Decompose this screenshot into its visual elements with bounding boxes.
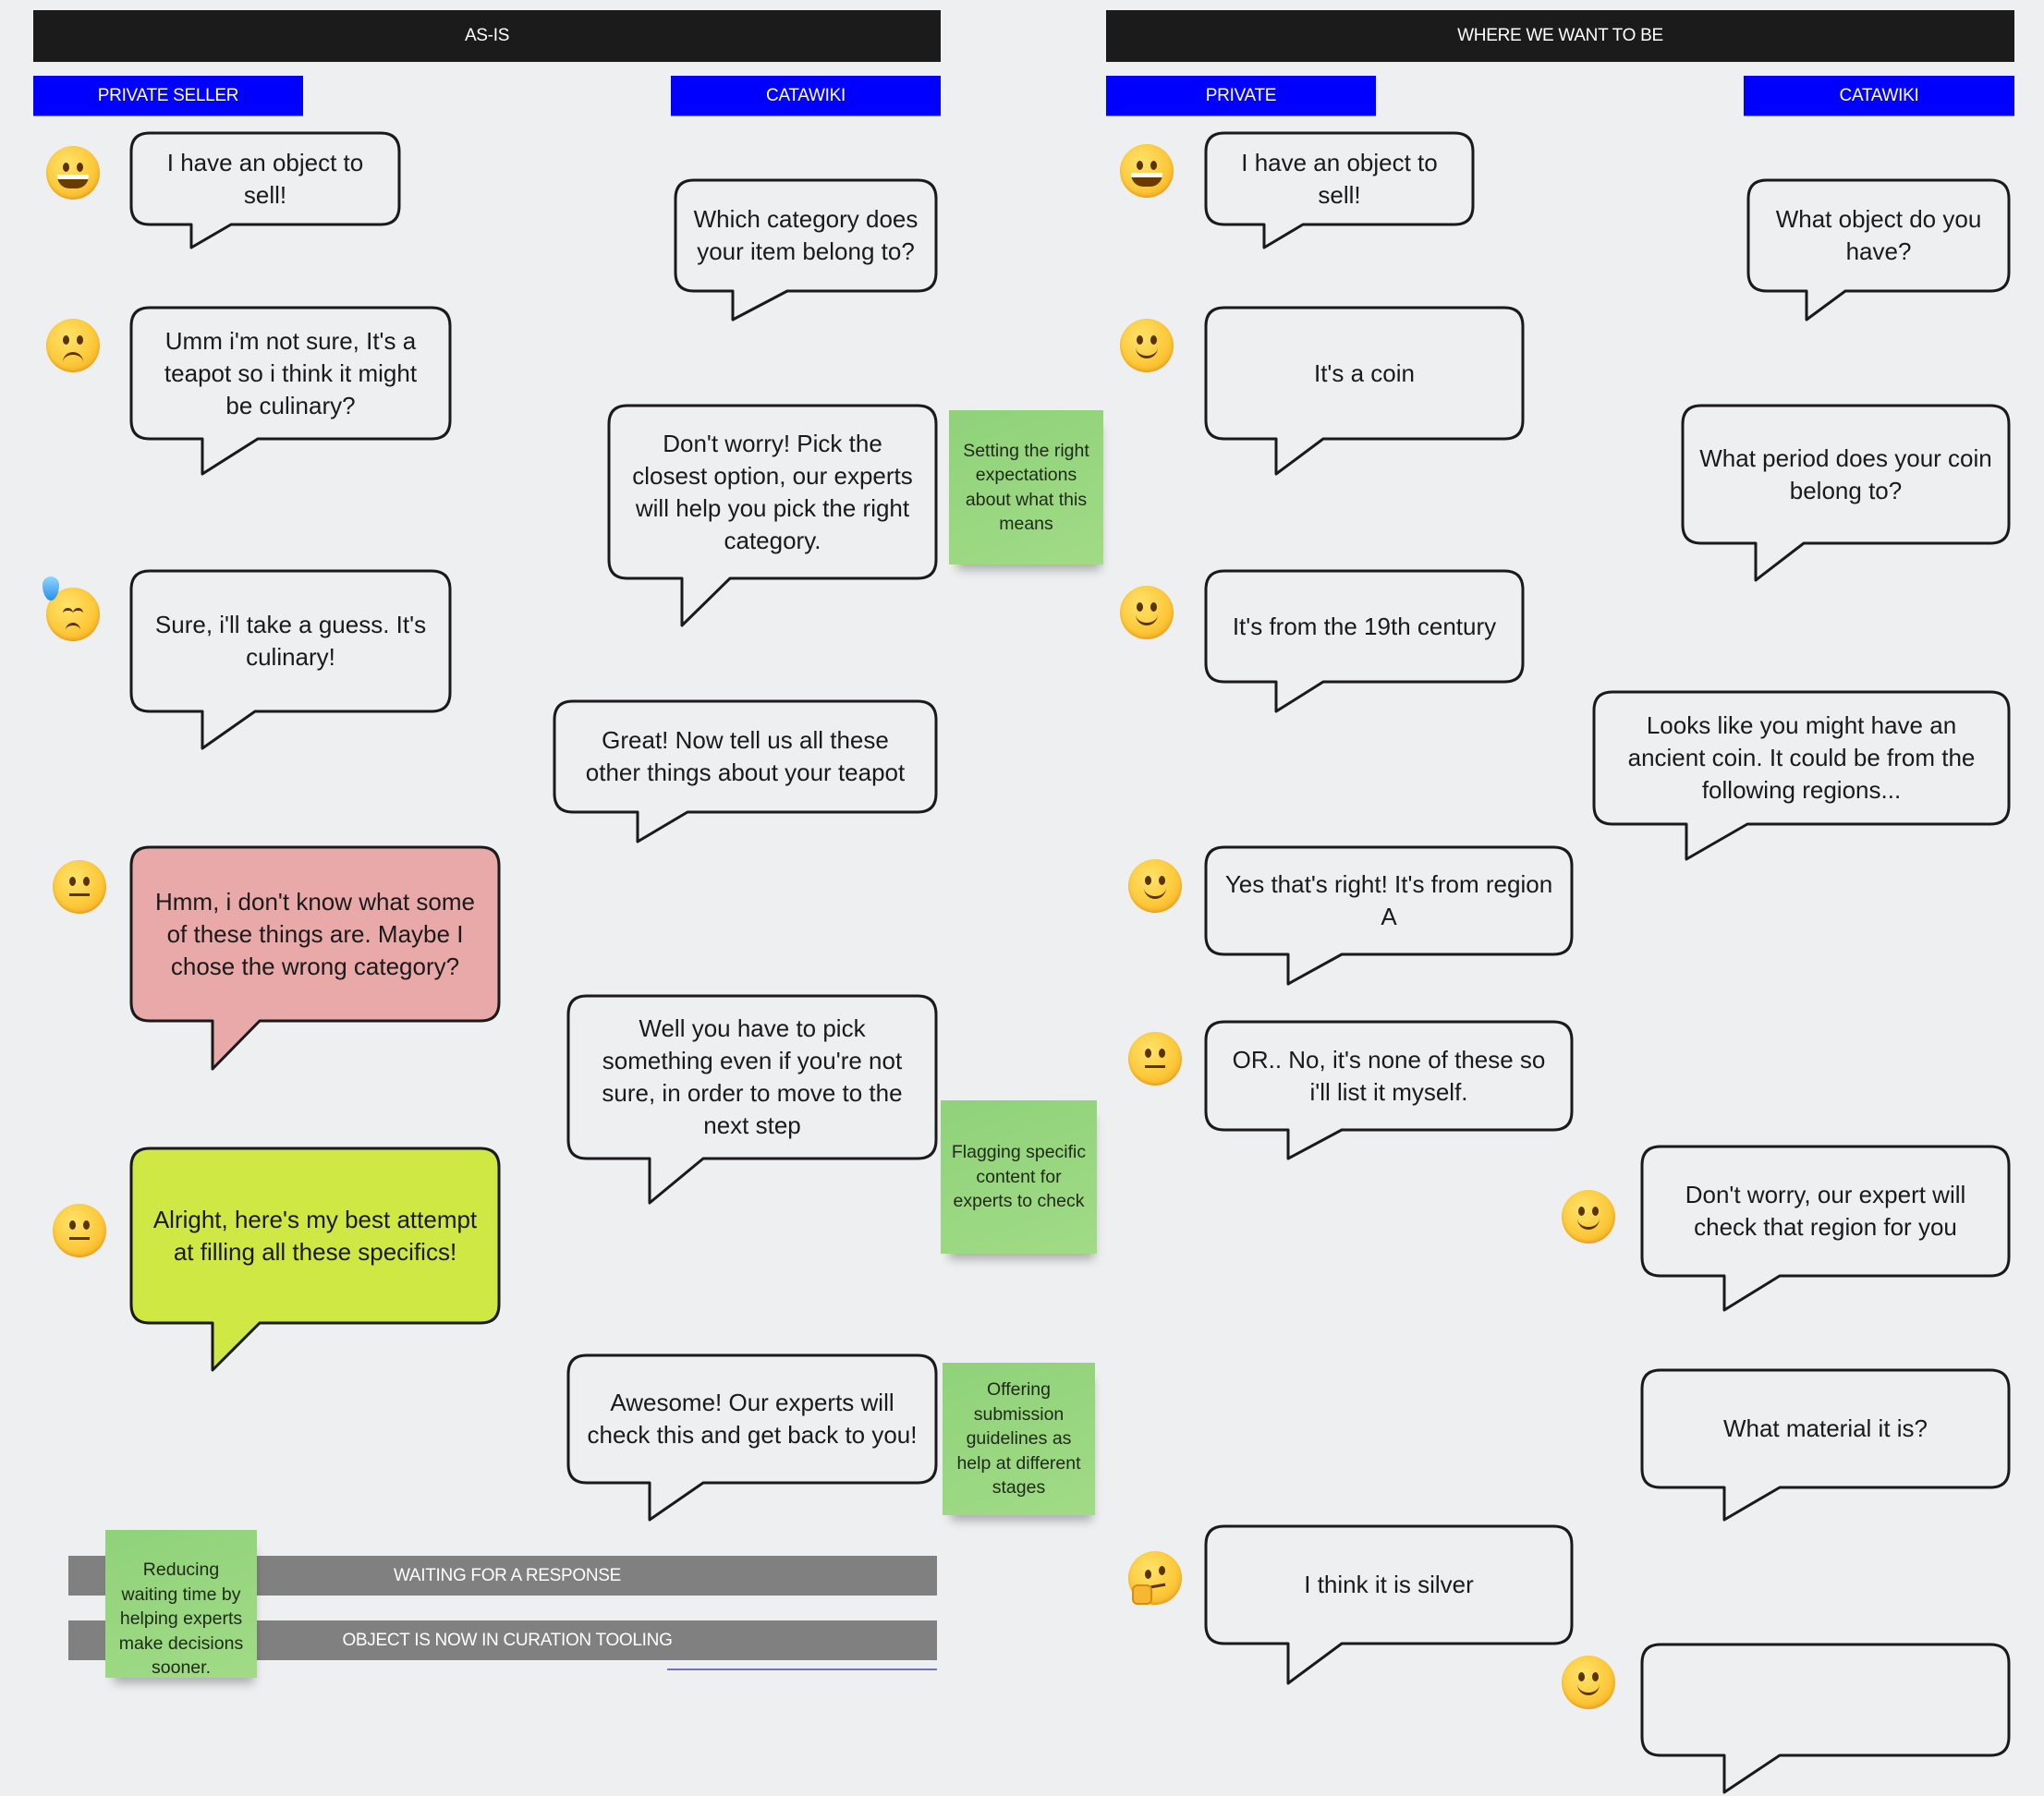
speech-bubble-text: What material it is? bbox=[1722, 1414, 1928, 1442]
speech-bubble-text bbox=[1642, 1644, 2009, 1755]
speech-bubble-text: Alright, here's my best attempt at filli… bbox=[152, 1205, 478, 1266]
speech-bubble-text: What object do you have? bbox=[1775, 205, 1982, 265]
to-be-header: WHERE WE WANT TO BE bbox=[1106, 10, 2014, 62]
speech-bubble[interactable]: OR.. No, it's none of these so i'll list… bbox=[1204, 1020, 1574, 1160]
speech-bubble-text: Umm i'm not sure, It's a teapot so i thi… bbox=[164, 326, 418, 419]
speech-bubble[interactable]: Don't worry! Pick the closest option, ou… bbox=[607, 404, 938, 627]
speech-bubble[interactable]: I have an object to sell! bbox=[1204, 131, 1475, 249]
speech-bubble[interactable]: Which category does your item belong to? bbox=[674, 178, 938, 322]
as-is-header: AS-IS bbox=[33, 10, 941, 62]
sticky-note[interactable]: Reducing waiting time by helping experts… bbox=[105, 1530, 257, 1678]
slightly-smiling-face-icon bbox=[1120, 319, 1174, 372]
speech-bubble[interactable]: Umm i'm not sure, It's a teapot so i thi… bbox=[129, 306, 452, 476]
speech-bubble-text: Well you have to pick something even if … bbox=[602, 1014, 903, 1139]
speech-bubble[interactable]: It's a coin bbox=[1204, 306, 1525, 476]
speech-bubble[interactable]: Yes that's right! It's from region A bbox=[1204, 845, 1574, 986]
speech-bubble[interactable]: Don't worry, our expert will check that … bbox=[1640, 1145, 2011, 1312]
thinking-face-icon bbox=[1128, 1551, 1182, 1605]
speech-bubble-text: Sure, i'll take a guess. It's culinary! bbox=[154, 611, 427, 671]
speech-bubble[interactable]: Hmm, i don't know what some of these thi… bbox=[129, 845, 501, 1071]
status-bar-label: WAITING FOR A RESPONSE bbox=[393, 1565, 622, 1585]
speech-bubble-text: It's from the 19th century bbox=[1232, 612, 1497, 640]
grinning-face-icon bbox=[46, 146, 100, 200]
speech-bubble[interactable]: What material it is? bbox=[1640, 1368, 2011, 1522]
slightly-smiling-face-icon bbox=[1562, 1656, 1615, 1709]
speech-bubble-text: I have an object to sell! bbox=[1241, 148, 1438, 209]
sticky-note[interactable]: Flagging specific content for experts to… bbox=[941, 1100, 1097, 1254]
speech-bubble[interactable]: Alright, here's my best attempt at filli… bbox=[129, 1147, 501, 1372]
confused-face-icon bbox=[46, 319, 100, 372]
speech-bubble[interactable]: What period does your coin belong to? bbox=[1681, 404, 2011, 582]
slightly-smiling-face-icon bbox=[1120, 586, 1174, 639]
status-bar-label: OBJECT IS NOW IN CURATION TOOLING bbox=[342, 1630, 673, 1650]
sticky-note[interactable]: Offering submission guidelines as help a… bbox=[943, 1363, 1095, 1515]
slightly-smiling-face-icon bbox=[1128, 859, 1182, 913]
speech-bubble-text: Hmm, i don't know what some of these thi… bbox=[155, 887, 475, 980]
speech-bubble[interactable]: I think it is silver bbox=[1204, 1524, 1574, 1685]
speech-bubble[interactable]: Great! Now tell us all these other thing… bbox=[553, 699, 938, 843]
speech-bubble-text: It's a coin bbox=[1313, 358, 1415, 387]
neutral-face-icon bbox=[53, 860, 106, 914]
speech-bubble[interactable]: Well you have to pick something even if … bbox=[566, 994, 938, 1205]
lane-label-catawiki-to-be: CATAWIKI bbox=[1744, 76, 2014, 115]
speech-bubble-text: Don't worry, our expert will check that … bbox=[1685, 1181, 1966, 1241]
downcast-sweat-face-icon bbox=[43, 576, 100, 641]
speech-bubble-text: Yes that's right! It's from region A bbox=[1224, 870, 1553, 930]
grinning-face-icon bbox=[1120, 144, 1174, 198]
speech-bubble-text: Which category does your item belong to? bbox=[693, 205, 919, 265]
speech-bubble-text: Looks like you might have an ancient coi… bbox=[1627, 711, 1976, 804]
neutral-face-icon bbox=[53, 1204, 106, 1257]
speech-bubble[interactable]: I have an object to sell! bbox=[129, 131, 401, 249]
speech-bubble-text: OR.. No, it's none of these so i'll list… bbox=[1232, 1045, 1546, 1106]
lane-label-catawiki-as-is: CATAWIKI bbox=[671, 76, 941, 115]
speech-bubble[interactable]: Looks like you might have an ancient coi… bbox=[1592, 690, 2011, 861]
lane-label-private: PRIVATE bbox=[1106, 76, 1376, 115]
speech-bubble[interactable]: What object do you have? bbox=[1746, 178, 2011, 322]
sticky-note[interactable]: Setting the right expectations about wha… bbox=[949, 410, 1103, 564]
speech-bubble[interactable]: It's from the 19th century bbox=[1204, 569, 1525, 713]
speech-bubble-text: Awesome! Our experts will check this and… bbox=[587, 1389, 918, 1449]
speech-bubble-text: I think it is silver bbox=[1304, 1571, 1474, 1598]
slightly-smiling-face-icon bbox=[1562, 1190, 1615, 1244]
speech-bubble[interactable]: Sure, i'll take a guess. It's culinary! bbox=[129, 569, 452, 750]
speech-bubble[interactable] bbox=[1640, 1643, 2011, 1794]
neutral-face-icon bbox=[1128, 1032, 1182, 1086]
speech-bubble-text: What period does your coin belong to? bbox=[1699, 443, 1992, 504]
speech-bubble-text: Great! Now tell us all these other thing… bbox=[585, 726, 906, 786]
speech-bubble-text: I have an object to sell! bbox=[166, 148, 364, 209]
lane-label-private-seller: PRIVATE SELLER bbox=[33, 76, 303, 115]
speech-bubble-text: Don't worry! Pick the closest option, ou… bbox=[632, 429, 913, 554]
speech-bubble[interactable]: Awesome! Our experts will check this and… bbox=[566, 1353, 938, 1522]
